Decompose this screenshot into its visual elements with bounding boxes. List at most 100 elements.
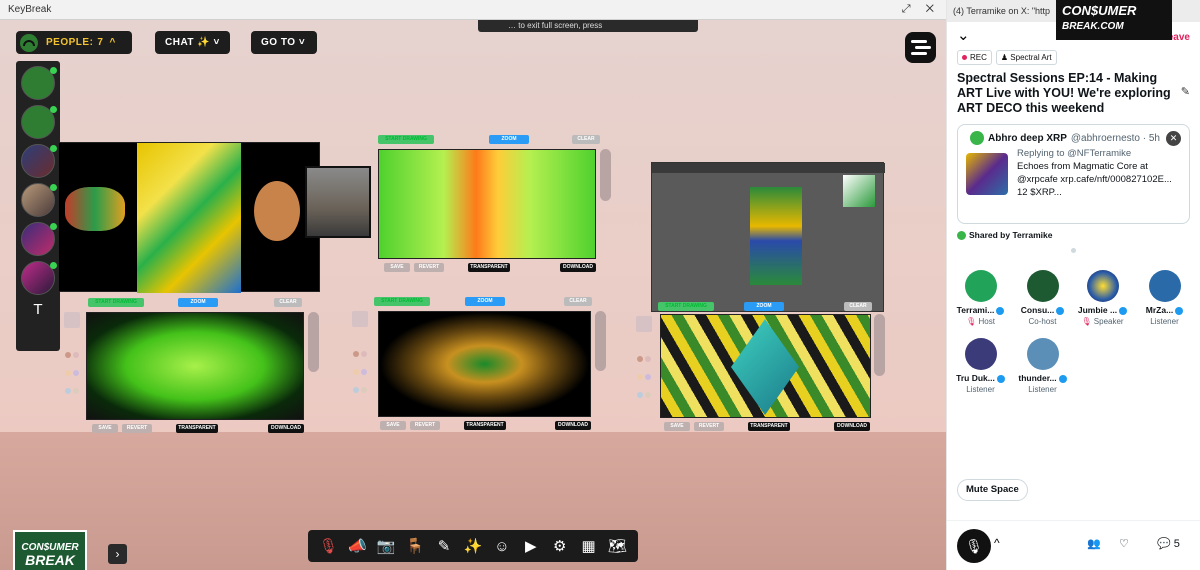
sparkle-icon[interactable]: ✨ <box>462 537 484 555</box>
artwork-board[interactable] <box>58 142 320 293</box>
canvas-artwork <box>378 311 591 417</box>
zoom-button[interactable]: ZOOM <box>465 297 505 306</box>
replying-to: Replying to @NFTerramike <box>1017 148 1132 159</box>
brush-size-slider[interactable] <box>600 149 611 201</box>
mic-icon[interactable]: 🎙 <box>957 529 991 563</box>
speaker-card[interactable]: Terrami... 🎙 Host <box>953 270 1008 326</box>
post-author[interactable]: Abhro deep XRP <box>988 133 1067 144</box>
color-swatch[interactable] <box>64 312 80 328</box>
transparent-button[interactable]: TRANSPARENT <box>464 421 506 430</box>
clear-button[interactable]: CLEAR <box>274 298 302 307</box>
verified-icon <box>1119 306 1128 315</box>
pen-icon[interactable]: ✎ <box>433 537 455 555</box>
start-drawing-button[interactable]: START DRAWING <box>378 135 434 144</box>
speaker-card[interactable]: MrZa... Listener <box>1137 270 1192 326</box>
speaker-card[interactable]: Tru Duk... Listener <box>953 338 1008 394</box>
speaker-card[interactable]: Consu... Co-host <box>1015 270 1070 326</box>
reply-button[interactable]: 💬 5 <box>1157 537 1180 550</box>
revert-button[interactable]: REVERT <box>122 424 152 433</box>
window-controls[interactable]: ⤢ ✕ <box>902 3 940 16</box>
emoji-icon[interactable]: ☺ <box>491 538 513 555</box>
brush-size-slider[interactable] <box>595 311 606 371</box>
participant-avatar[interactable] <box>21 105 57 139</box>
megaphone-icon[interactable]: 📣 <box>346 537 368 555</box>
start-drawing-button[interactable]: START DRAWING <box>88 298 144 307</box>
play-icon[interactable]: ▶ <box>520 537 542 555</box>
people-icon[interactable]: 👥 <box>1087 537 1101 550</box>
grid-icon[interactable]: ▦ <box>578 537 600 555</box>
drawing-board[interactable]: START DRAWING ZOOM CLEAR SAVE REVERT TRA… <box>372 135 612 275</box>
shared-by: Shared by Terramike <box>957 230 1200 240</box>
drawing-board[interactable]: START DRAWING ZOOM CLEAR SAVE REVERT TRA… <box>634 302 896 440</box>
participant-avatar[interactable] <box>21 144 57 178</box>
download-button[interactable]: DOWNLOAD <box>268 424 304 433</box>
post-thumbnail <box>966 153 1008 195</box>
transparent-button[interactable]: TRANSPARENT <box>468 263 510 272</box>
transparent-button[interactable]: TRANSPARENT <box>748 422 790 431</box>
pinned-post-card[interactable]: Abhro deep XRP @abhroernesto · 5h ✕ Repl… <box>957 124 1190 224</box>
participant-avatar[interactable] <box>21 222 57 256</box>
zoom-button[interactable]: ZOOM <box>489 135 529 144</box>
close-icon[interactable]: ✕ <box>1166 131 1181 146</box>
speaker-avatar <box>964 338 997 370</box>
zoom-button[interactable]: ZOOM <box>744 302 784 311</box>
mic-off-icon[interactable]: 🎙 <box>317 537 339 555</box>
color-swatch[interactable] <box>352 311 368 327</box>
save-button[interactable]: SAVE <box>664 422 690 431</box>
heart-add-icon[interactable]: ♡ <box>1119 537 1129 550</box>
x-spaces-panel: (4) Terramike on X: "http CON$UMER BREAK… <box>947 0 1200 570</box>
chat-button[interactable]: CHAT ✨ ˅ <box>155 31 230 54</box>
menu-icon[interactable] <box>905 32 936 63</box>
revert-button[interactable]: REVERT <box>694 422 724 431</box>
color-swatch[interactable] <box>636 316 652 332</box>
speaker-card[interactable]: Jumbie ... 🎙 Speaker <box>1075 270 1130 326</box>
zoom-button[interactable]: ZOOM <box>178 298 218 307</box>
download-button[interactable]: DOWNLOAD <box>834 422 870 431</box>
comment-icon: 💬 <box>1157 538 1171 550</box>
participant-avatar[interactable] <box>21 261 57 295</box>
brush-size-slider[interactable] <box>308 312 319 372</box>
verified-icon <box>1175 306 1184 315</box>
seat-icon[interactable]: 🪑 <box>404 537 426 555</box>
mute-space-button[interactable]: Mute Space <box>957 479 1028 501</box>
topic-tag[interactable]: ♟ Spectral Art <box>995 50 1057 65</box>
color-palette[interactable] <box>64 346 82 400</box>
clear-button[interactable]: CLEAR <box>572 135 600 144</box>
start-drawing-button[interactable]: START DRAWING <box>374 297 430 306</box>
save-button[interactable]: SAVE <box>380 421 406 430</box>
edit-icon[interactable]: ✎ <box>1181 85 1190 98</box>
speaker-card[interactable]: thunder... Listener <box>1015 338 1070 394</box>
drawing-board[interactable]: START DRAWING ZOOM CLEAR SAVE REVERT TRA… <box>62 298 324 436</box>
participant-avatar[interactable] <box>21 183 57 217</box>
save-button[interactable]: SAVE <box>384 263 410 272</box>
map-icon[interactable]: 🗺 <box>607 537 629 555</box>
camera-icon[interactable]: 📷 <box>375 537 397 555</box>
transparent-button[interactable]: TRANSPARENT <box>176 424 218 433</box>
chevron-right-icon[interactable]: › <box>108 544 127 564</box>
download-button[interactable]: DOWNLOAD <box>555 421 591 430</box>
chevron-up-icon[interactable]: ^ <box>994 536 1000 550</box>
drawing-board[interactable]: START DRAWING ZOOM CLEAR SAVE REVERT TRA… <box>350 297 612 435</box>
revert-button[interactable]: REVERT <box>414 263 444 272</box>
goto-button[interactable]: GO TO ˅ <box>251 31 317 54</box>
download-button[interactable]: DOWNLOAD <box>560 263 596 272</box>
people-count: 7 <box>97 37 104 48</box>
clear-button[interactable]: CLEAR <box>564 297 592 306</box>
color-palette[interactable] <box>636 350 654 404</box>
clear-button[interactable]: CLEAR <box>844 302 872 311</box>
save-button[interactable]: SAVE <box>92 424 118 433</box>
brush-size-slider[interactable] <box>874 314 885 376</box>
participant-initial[interactable]: T <box>16 301 60 318</box>
color-picker <box>843 175 875 207</box>
browser-tab-title[interactable]: (4) Terramike on X: "http <box>953 6 1050 16</box>
participants-sidebar: T <box>16 61 60 351</box>
chevron-down-icon[interactable]: ⌄ <box>957 26 970 44</box>
photoshop-screen <box>651 162 885 312</box>
revert-button[interactable]: REVERT <box>410 421 440 430</box>
speaker-avatar <box>964 270 997 302</box>
settings-icon[interactable]: ⚙ <box>549 537 571 555</box>
participant-avatar[interactable] <box>21 66 57 100</box>
start-drawing-button[interactable]: START DRAWING <box>658 302 714 311</box>
people-button[interactable]: PEOPLE: 7 ^ <box>16 31 132 54</box>
color-palette[interactable] <box>352 345 370 399</box>
